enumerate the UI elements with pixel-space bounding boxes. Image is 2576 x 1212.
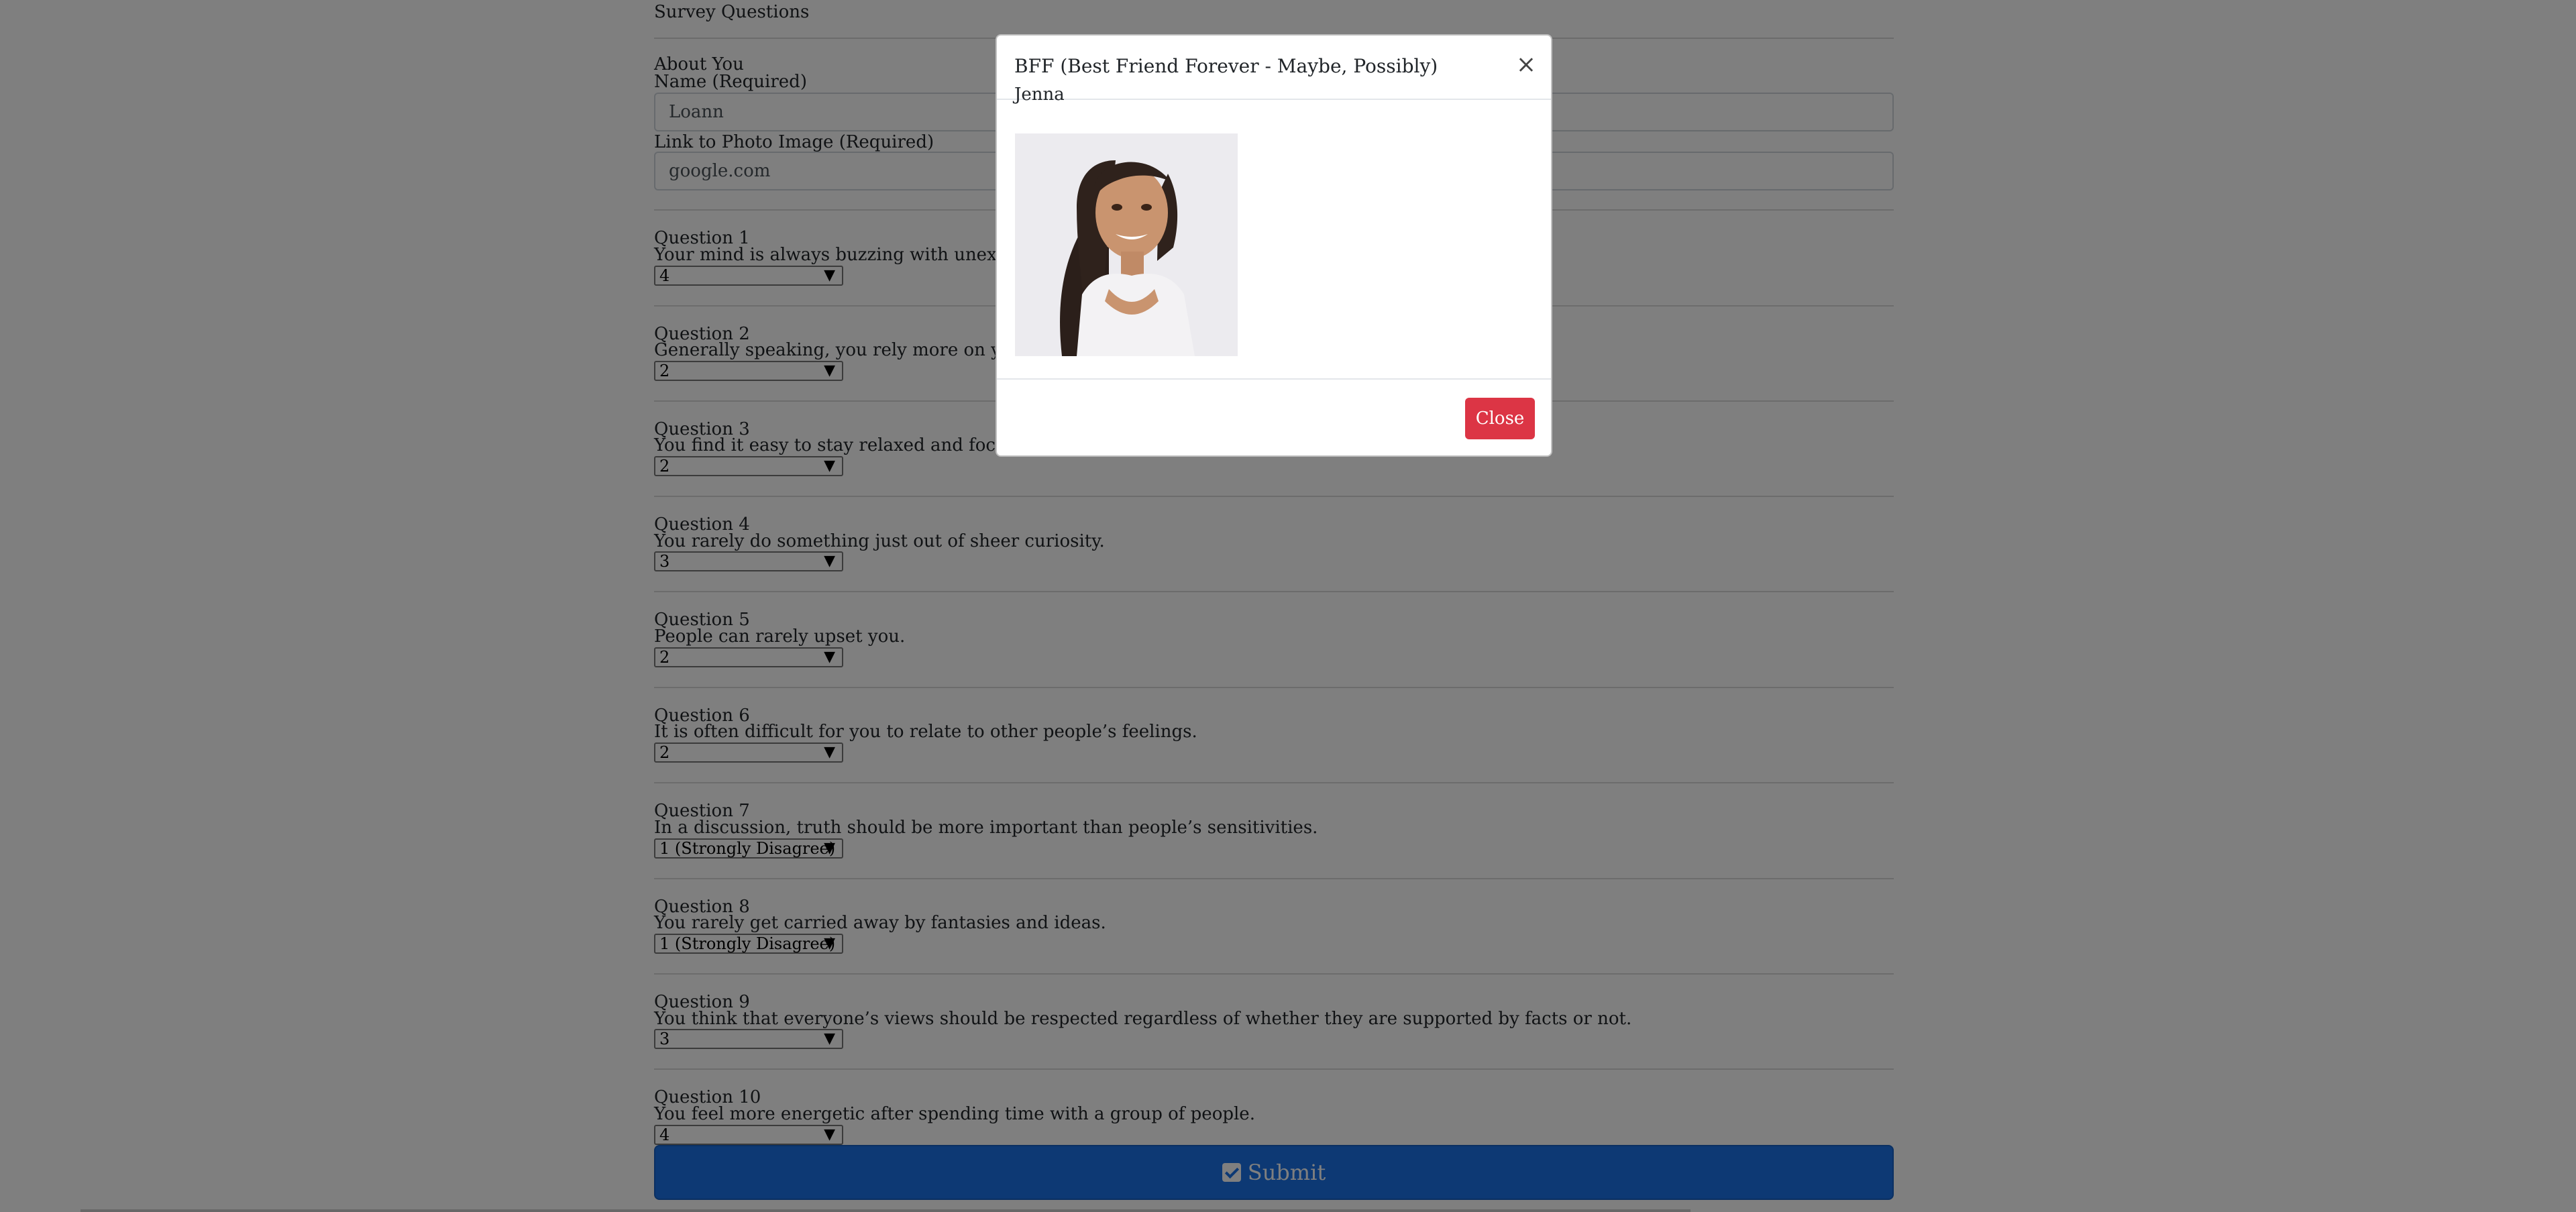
match-modal: BFF (Best Friend Forever - Maybe, Possib… — [996, 34, 1552, 457]
match-name: Jenna — [1014, 85, 1065, 105]
close-icon[interactable]: × — [1516, 53, 1536, 77]
modal-footer: Close — [997, 378, 1551, 458]
portrait-image — [1015, 133, 1238, 356]
modal-header: BFF (Best Friend Forever - Maybe, Possib… — [997, 36, 1551, 100]
match-photo — [1015, 133, 1238, 356]
modal-title: BFF (Best Friend Forever - Maybe, Possib… — [1014, 55, 1438, 77]
close-button[interactable]: Close — [1465, 398, 1535, 439]
